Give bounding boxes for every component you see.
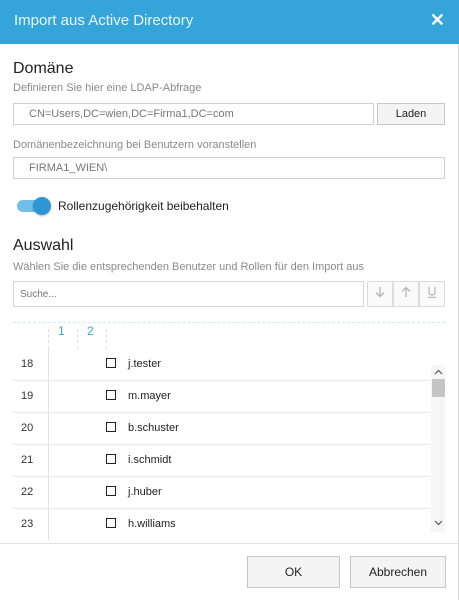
- row-number: 22: [21, 486, 34, 498]
- scroll-down-icon[interactable]: [432, 518, 445, 528]
- table-row: 21 i.schmidt: [13, 445, 431, 477]
- row-divider: [48, 509, 49, 540]
- domain-prefix-label: Domänenbezeichnung bei Benutzern voranst…: [13, 139, 257, 151]
- user-checkbox[interactable]: [106, 390, 116, 400]
- ldap-query-input[interactable]: [13, 103, 374, 125]
- toggle-knob[interactable]: [33, 197, 51, 215]
- user-name: i.schmidt: [128, 454, 172, 466]
- user-name: j.huber: [128, 486, 162, 498]
- user-checkbox[interactable]: [106, 422, 116, 432]
- user-name: m.mayer: [128, 390, 171, 402]
- scroll-up-icon[interactable]: [432, 367, 445, 377]
- cancel-button[interactable]: Abbrechen: [350, 556, 446, 588]
- table-row: 23 h.williams: [13, 509, 431, 540]
- close-icon[interactable]: ✕: [430, 11, 445, 29]
- column-divider: [106, 329, 107, 349]
- row-number: 18: [21, 358, 34, 370]
- row-number: 20: [21, 422, 34, 434]
- row-divider: [48, 349, 49, 380]
- selection-heading: Auswahl: [13, 237, 74, 254]
- row-number: 19: [21, 390, 34, 402]
- arrow-down-icon[interactable]: [367, 281, 393, 307]
- user-checkbox[interactable]: [106, 486, 116, 496]
- search-input[interactable]: [13, 281, 364, 307]
- ok-button[interactable]: OK: [247, 556, 340, 588]
- row-divider: [48, 413, 49, 444]
- domain-heading: Domäne: [13, 60, 74, 77]
- user-checkbox[interactable]: [106, 518, 116, 528]
- column-header-2[interactable]: 2: [87, 324, 94, 338]
- domain-prefix-input[interactable]: [13, 157, 445, 179]
- selection-description: Wählen Sie die entsprechenden Benutzer u…: [13, 261, 364, 273]
- arrow-up-icon[interactable]: [393, 281, 419, 307]
- table-row: 18 j.tester: [13, 349, 431, 381]
- table-row: 19 m.mayer: [13, 381, 431, 413]
- underline-icon[interactable]: [419, 281, 445, 307]
- row-divider: [48, 381, 49, 412]
- scrollbar-thumb[interactable]: [432, 379, 445, 397]
- dialog-titlebar: Import aus Active Directory ✕: [0, 0, 459, 44]
- column-divider: [77, 329, 78, 349]
- role-membership-label: Rollenzugehörigkeit beibehalten: [58, 199, 229, 213]
- load-button[interactable]: Laden: [377, 103, 445, 125]
- row-number: 23: [21, 518, 34, 530]
- row-divider: [48, 445, 49, 476]
- user-checkbox[interactable]: [106, 358, 116, 368]
- table-row: 22 j.huber: [13, 477, 431, 509]
- dialog-title: Import aus Active Directory: [14, 12, 194, 29]
- ldap-query-label: Definieren Sie hier eine LDAP-Abfrage: [13, 82, 202, 94]
- user-name: j.tester: [128, 358, 162, 370]
- table-row: 20 b.schuster: [13, 413, 431, 445]
- user-list: 18 j.tester 19 m.mayer 20 b.schuster 21 …: [13, 349, 431, 540]
- column-divider: [48, 329, 49, 349]
- column-header-1[interactable]: 1: [58, 324, 65, 338]
- user-checkbox[interactable]: [106, 454, 116, 464]
- import-dialog: Import aus Active Directory ✕ Domäne Def…: [0, 0, 459, 600]
- row-number: 21: [21, 454, 34, 466]
- user-name: b.schuster: [128, 422, 179, 434]
- row-divider: [48, 477, 49, 508]
- user-name: h.williams: [128, 518, 176, 530]
